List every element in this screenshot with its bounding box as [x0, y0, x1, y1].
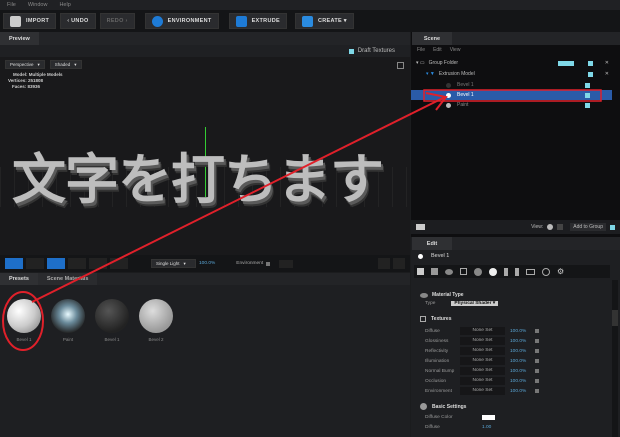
- annotation-ellipse: [2, 291, 44, 351]
- annotation-rect: [423, 89, 602, 102]
- annotation-overlay: [2, 89, 602, 351]
- annotation-arrow: [31, 96, 446, 303]
